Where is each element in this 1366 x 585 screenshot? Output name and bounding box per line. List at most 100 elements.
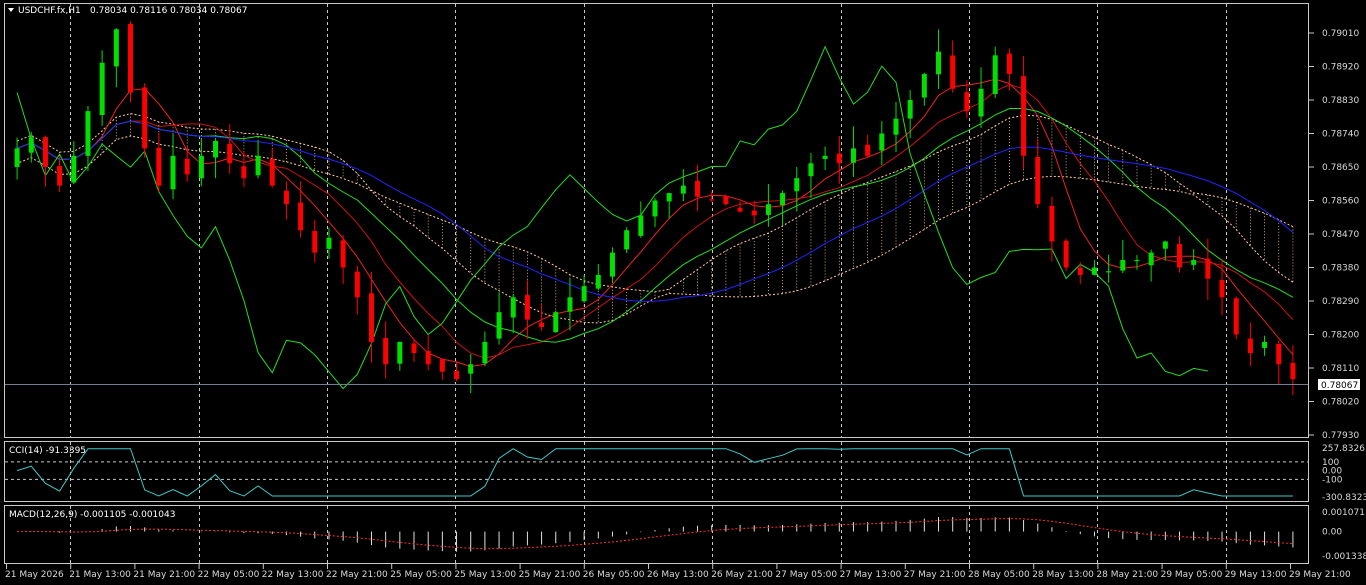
candle-body xyxy=(992,55,998,95)
candle-body xyxy=(368,293,374,342)
candle-body xyxy=(893,118,899,135)
macd-signal-line xyxy=(17,518,1293,550)
price-label: 0.78470 xyxy=(1322,230,1359,240)
price-label: 0.78110 xyxy=(1322,364,1359,374)
candle-body xyxy=(454,370,460,380)
price-label: 0.79010 xyxy=(1322,29,1359,39)
candle-body xyxy=(595,274,601,289)
candle-body xyxy=(99,62,105,115)
candle-body xyxy=(638,215,644,236)
candle-body xyxy=(964,92,970,112)
candle-body xyxy=(751,210,757,216)
price-label: 0.78830 xyxy=(1322,96,1359,106)
symbol-title: USDCHF.fx,H1 xyxy=(18,6,81,16)
macd-title: MACD(12,26,9) -0.001105 -0.001043 xyxy=(9,510,175,520)
candle-body xyxy=(907,100,913,119)
candle-body xyxy=(1205,258,1211,279)
candle-body xyxy=(723,196,729,205)
candle-body xyxy=(85,111,91,156)
candle-body xyxy=(383,337,389,365)
trading-chart[interactable]: USDCHF.fx,H1 0.78034 0.78116 0.78034 0.7… xyxy=(0,0,1366,585)
candle-body xyxy=(213,140,219,158)
candle-body xyxy=(666,193,672,202)
candle-body xyxy=(921,73,927,98)
lagging-line xyxy=(16,45,1208,390)
candle-body xyxy=(737,207,743,212)
candle-body xyxy=(879,133,885,151)
candle-body xyxy=(1247,338,1253,354)
candle-body xyxy=(510,297,516,318)
price-label: 0.78560 xyxy=(1322,197,1359,207)
candle-body xyxy=(184,158,190,175)
candle-body xyxy=(808,163,814,177)
candle-body xyxy=(113,29,119,67)
candle-body xyxy=(1262,341,1268,348)
candle-body xyxy=(227,143,233,164)
candle-body xyxy=(1219,279,1225,298)
candle-body xyxy=(581,286,587,302)
candle-body xyxy=(1162,241,1168,249)
cci-title: CCI(14) -91.3395 xyxy=(9,446,86,456)
candle-body xyxy=(71,155,77,183)
candle-body xyxy=(1233,298,1239,335)
candle-body xyxy=(156,147,162,186)
price-label: 0.78200 xyxy=(1322,331,1359,341)
cci-pane[interactable] xyxy=(4,441,1309,502)
time-label: 22 May 21:00 xyxy=(326,570,388,580)
candle-body xyxy=(312,230,318,253)
candle-body xyxy=(1191,260,1197,265)
time-label: 29 May 21:00 xyxy=(1289,570,1351,580)
price-label: 0.78020 xyxy=(1322,398,1359,408)
candle-body xyxy=(1049,205,1055,242)
cci-line xyxy=(16,448,1293,497)
time-label: 21 May 13:00 xyxy=(69,570,131,580)
time-label: 28 May 21:00 xyxy=(1096,570,1158,580)
candle-body xyxy=(340,240,346,268)
candle-body xyxy=(28,137,34,153)
candle-body xyxy=(496,312,502,339)
candle-body xyxy=(680,185,686,194)
candle-body xyxy=(978,88,984,117)
current-price-label: 0.78067 xyxy=(1321,381,1358,391)
candle-body xyxy=(609,252,615,277)
candle-body xyxy=(241,166,247,179)
candle-body xyxy=(695,180,701,197)
price-label: 0.78740 xyxy=(1322,130,1359,140)
price-label: 0.78290 xyxy=(1322,297,1359,307)
time-label: 27 May 21:00 xyxy=(904,570,966,580)
time-label: 21 May 2026 xyxy=(5,570,64,580)
time-label: 26 May 13:00 xyxy=(647,570,709,580)
candle-body xyxy=(198,155,204,179)
time-label: 25 May 21:00 xyxy=(519,570,581,580)
cci-axis-label: -100 xyxy=(1322,475,1343,485)
candle-body xyxy=(326,237,332,249)
time-label: 25 May 13:00 xyxy=(454,570,516,580)
candle-body xyxy=(439,359,445,372)
candle-body xyxy=(836,153,842,164)
candle-body xyxy=(1276,343,1282,365)
candle-body xyxy=(14,148,20,167)
triangle-down-icon[interactable] xyxy=(8,8,14,12)
candle-body xyxy=(1148,252,1154,266)
candle-body xyxy=(269,158,275,186)
main-pane[interactable] xyxy=(4,3,1309,438)
candle-body xyxy=(1134,260,1140,262)
candle-body xyxy=(850,148,856,163)
time-label: 22 May 13:00 xyxy=(262,570,324,580)
time-label: 29 May 05:00 xyxy=(1161,570,1223,580)
time-label: 27 May 05:00 xyxy=(775,570,837,580)
time-label: 28 May 13:00 xyxy=(1032,570,1094,580)
candle-body xyxy=(865,144,871,156)
candle-body xyxy=(142,87,148,149)
candle-body xyxy=(127,24,133,93)
macd-axis-label: -0.001338 xyxy=(1322,552,1366,562)
time-label: 25 May 05:00 xyxy=(390,570,452,580)
candle-body xyxy=(822,155,828,159)
candle-body xyxy=(794,178,800,192)
macd-pane[interactable] xyxy=(4,505,1309,564)
candle-body xyxy=(1063,240,1069,268)
price-label: 0.78920 xyxy=(1322,63,1359,73)
price-label: 0.78650 xyxy=(1322,163,1359,173)
candle-body xyxy=(539,322,545,328)
candle-body xyxy=(709,199,715,201)
